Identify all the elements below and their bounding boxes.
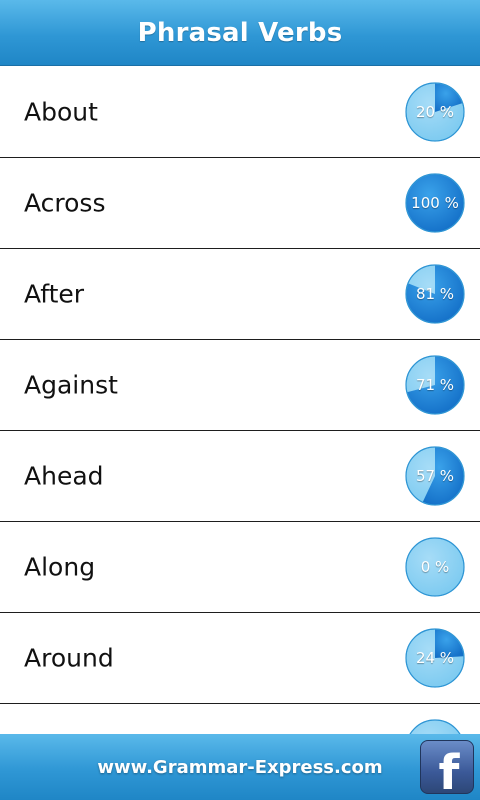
facebook-icon: f bbox=[438, 745, 460, 794]
progress-percent: 100 % bbox=[411, 194, 459, 212]
list-item[interactable]: About 20 % bbox=[0, 67, 480, 158]
list-item-label: About bbox=[24, 97, 98, 127]
progress-percent: 24 % bbox=[415, 649, 455, 667]
progress-badge bbox=[405, 719, 465, 734]
page-title: Phrasal Verbs bbox=[137, 17, 343, 48]
progress-percent: 81 % bbox=[415, 285, 455, 303]
progress-percent: 20 % bbox=[415, 103, 455, 121]
list-item-label: Along bbox=[24, 552, 96, 582]
progress-badge: 57 % bbox=[405, 446, 465, 506]
progress-badge: 24 % bbox=[405, 628, 465, 688]
progress-badge: 100 % bbox=[405, 173, 465, 233]
progress-percent: 0 % bbox=[420, 558, 450, 576]
list-item-label: Around bbox=[24, 643, 114, 673]
progress-badge: 71 % bbox=[405, 355, 465, 415]
progress-pie bbox=[409, 719, 461, 734]
list-item-label: After bbox=[24, 279, 85, 309]
progress-percent: 71 % bbox=[415, 376, 455, 394]
progress-pie-base bbox=[409, 719, 461, 734]
app-header: Phrasal Verbs bbox=[0, 0, 480, 66]
website-link[interactable]: www.Grammar-Express.com bbox=[0, 734, 480, 800]
list-item[interactable]: Against 71 % bbox=[0, 340, 480, 431]
list-item[interactable]: After 81 % bbox=[0, 249, 480, 340]
progress-badge: 0 % bbox=[405, 537, 465, 597]
progress-badge: 81 % bbox=[405, 264, 465, 324]
list-item[interactable]: Around 24 % bbox=[0, 613, 480, 704]
progress-badge: 20 % bbox=[405, 82, 465, 142]
list-item-label: Across bbox=[24, 188, 106, 218]
app-footer: www.Grammar-Express.com f bbox=[0, 734, 480, 800]
list-item-label: Against bbox=[24, 370, 118, 400]
progress-percent: 57 % bbox=[415, 467, 455, 485]
list-item[interactable]: Along 0 % bbox=[0, 522, 480, 613]
list-item[interactable]: Ahead 57 % bbox=[0, 431, 480, 522]
list-item-partial[interactable] bbox=[0, 704, 480, 734]
phrasal-verb-list[interactable]: About 20 % Across 100 % After 81 % Again… bbox=[0, 67, 480, 734]
list-item-label: Ahead bbox=[24, 461, 104, 491]
list-item[interactable]: Across 100 % bbox=[0, 158, 480, 249]
facebook-button[interactable]: f bbox=[420, 740, 474, 794]
